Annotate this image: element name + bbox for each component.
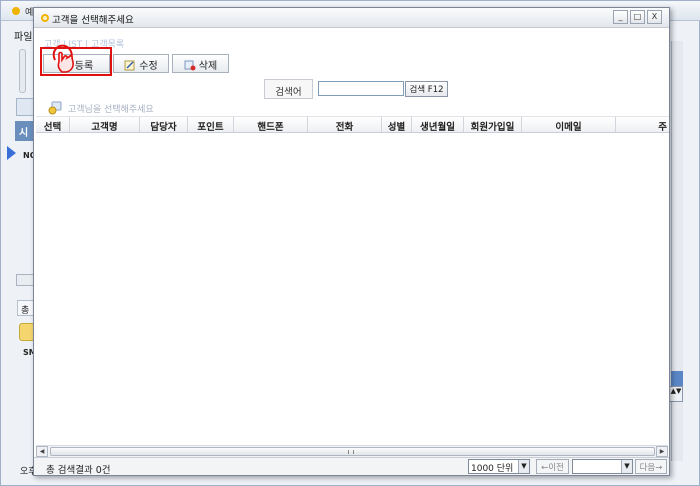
result-count: 총 검색결과 0건 [46, 465, 111, 476]
dropdown-arrow-icon[interactable]: ▼ [518, 460, 529, 473]
page-number-select[interactable]: ▼ [572, 459, 633, 474]
dropdown-arrow-icon[interactable]: ▼ [621, 460, 632, 473]
column-header-points[interactable]: 포인트 [188, 117, 234, 132]
status-bar: 총 검색결과 0건 1000 단위 ▼ ←이전 ▼ 다음→ [34, 457, 669, 476]
menu-file[interactable]: 파일 [14, 28, 32, 43]
column-header-gender[interactable]: 성별 [382, 117, 412, 132]
background-slider[interactable] [19, 49, 26, 93]
column-header-phone[interactable]: 전화 [308, 117, 382, 132]
close-button[interactable]: X [647, 10, 662, 24]
search-label: 검색어 [264, 79, 313, 99]
scroll-left-icon[interactable]: ◀ [36, 446, 48, 457]
column-header-email[interactable]: 이메일 [522, 117, 616, 132]
column-header-manager[interactable]: 담당자 [140, 117, 188, 132]
delete-label: 삭제 [198, 61, 218, 72]
logo-icon [12, 7, 20, 15]
edit-button[interactable]: 수정 [113, 54, 169, 73]
hint-text: 고객님을 선택해주세요 [68, 105, 154, 115]
edit-label: 수정 [139, 61, 158, 72]
page-size-value: 1000 단위 [471, 464, 514, 474]
hint-icon [48, 101, 62, 115]
horizontal-scrollbar[interactable]: ◀ ▶ [36, 445, 668, 457]
maximize-button[interactable]: □ [630, 10, 645, 24]
dialog-title: 고객을 선택해주세요 [52, 15, 134, 26]
column-header-address[interactable]: 주 [616, 117, 669, 132]
prev-page-button[interactable]: ←이전 [536, 459, 569, 474]
column-header-mobile[interactable]: 핸드폰 [234, 117, 308, 132]
grid-header: 선택 고객명 담당자 포인트 핸드폰 전화 성별 생년월일 회원가입일 이메일 … [36, 116, 669, 133]
customer-select-dialog: 고객을 선택해주세요 _ □ X 고객 LIST | 고객목록 등록 수정 삭제… [33, 7, 670, 476]
scroll-right-icon[interactable]: ▶ [656, 446, 668, 457]
dialog-titlebar[interactable]: 고객을 선택해주세요 _ □ X [34, 8, 669, 28]
edit-icon [124, 60, 135, 71]
delete-icon [184, 60, 196, 71]
grid-body[interactable] [36, 133, 669, 444]
column-header-birthdate[interactable]: 생년월일 [412, 117, 464, 132]
background-toolbar-icon[interactable] [16, 98, 34, 116]
logo-icon [41, 14, 49, 22]
column-header-join-date[interactable]: 회원가입일 [464, 117, 522, 132]
scroll-thumb[interactable] [50, 447, 655, 456]
row-pointer-icon [7, 146, 16, 160]
delete-button[interactable]: 삭제 [172, 54, 229, 73]
search-button[interactable]: 검색 F12 [405, 81, 448, 97]
updown-spinner[interactable]: ▲▼ [669, 386, 683, 402]
column-header-select[interactable]: 선택 [36, 117, 70, 132]
minimize-button[interactable]: _ [613, 10, 628, 24]
page-size-select[interactable]: 1000 단위 ▼ [468, 459, 530, 474]
column-header-name[interactable]: 고객명 [70, 117, 140, 132]
next-page-button[interactable]: 다음→ [635, 459, 667, 474]
search-input[interactable] [318, 81, 404, 96]
hand-cursor-icon [52, 44, 74, 73]
